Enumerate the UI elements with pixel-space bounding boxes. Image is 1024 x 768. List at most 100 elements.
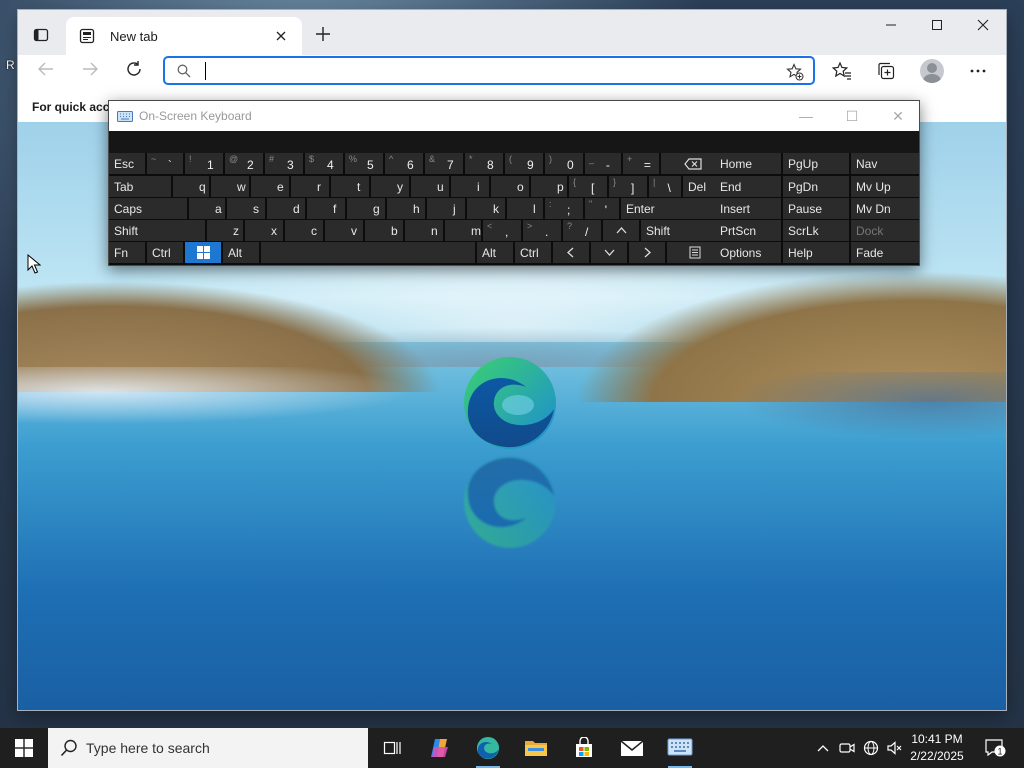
osk-key-8[interactable]: * 8 (465, 153, 503, 174)
back-button[interactable] (32, 55, 60, 83)
osk-key-=[interactable]: + = (623, 153, 659, 174)
meet-now-icon[interactable] (836, 728, 858, 768)
on-screen-keyboard-taskbar-icon[interactable] (656, 728, 704, 768)
osk-key-][interactable]: }] (609, 176, 647, 197)
volume-muted-icon[interactable] (883, 728, 905, 768)
copilot-icon[interactable] (416, 728, 464, 768)
osk-key-y[interactable]: y (371, 176, 409, 197)
edge-icon[interactable] (464, 728, 512, 768)
more-options-icon[interactable] (966, 59, 990, 83)
osk-key-scrlk[interactable]: ScrLk (783, 220, 849, 241)
osk-key-g[interactable]: g (347, 198, 385, 219)
osk-key-3[interactable]: #3 (265, 153, 303, 174)
osk-key-end[interactable]: End (715, 176, 781, 197)
osk-key-[[interactable]: {[ (569, 176, 607, 197)
address-bar[interactable] (163, 56, 815, 85)
osk-key--[interactable]: _ - (585, 153, 621, 174)
osk-key-d[interactable]: d (267, 198, 305, 219)
osk-key-fn[interactable]: Fn (109, 242, 145, 263)
tab-actions-icon[interactable] (30, 24, 52, 46)
osk-key-i[interactable]: i (451, 176, 489, 197)
osk-key-9[interactable]: (9 (505, 153, 543, 174)
taskbar-search-box[interactable]: Type here to search (48, 728, 368, 768)
tab-new-tab[interactable]: New tab (66, 17, 302, 55)
osk-close-button[interactable]: ✕ (875, 101, 921, 131)
osk-key-right-arrow[interactable] (629, 242, 665, 263)
osk-key-fade[interactable]: Fade (851, 242, 919, 263)
osk-minimize-button[interactable]: — (783, 101, 829, 131)
osk-key-up-arrow[interactable] (603, 220, 639, 241)
osk-key-insert[interactable]: Insert (715, 198, 781, 219)
network-globe-icon[interactable] (860, 728, 882, 768)
osk-key-mv-up[interactable]: Mv Up (851, 176, 919, 197)
add-favorite-icon[interactable] (785, 62, 805, 82)
osk-key-/[interactable]: ? / (563, 220, 601, 241)
address-input[interactable] (205, 61, 765, 80)
osk-key-1[interactable]: ! 1 (185, 153, 223, 174)
osk-key-options[interactable]: Options (715, 242, 781, 263)
osk-key-c[interactable]: c (285, 220, 323, 241)
osk-key-home[interactable]: Home (715, 153, 781, 174)
osk-key-7[interactable]: & 7 (425, 153, 463, 174)
file-explorer-icon[interactable] (512, 728, 560, 768)
osk-key-0[interactable]: ) 0 (545, 153, 583, 174)
osk-key-mv-dn[interactable]: Mv Dn (851, 198, 919, 219)
osk-key-e[interactable]: e (251, 176, 289, 197)
osk-key-alt[interactable]: Alt (477, 242, 513, 263)
osk-key-;[interactable]: :; (545, 198, 583, 219)
osk-key-p[interactable]: p (531, 176, 567, 197)
close-window-button[interactable] (960, 10, 1006, 40)
osk-key-h[interactable]: h (387, 198, 425, 219)
maximize-button[interactable] (914, 10, 960, 40)
osk-key-dock[interactable]: Dock (851, 220, 919, 241)
profile-avatar[interactable] (920, 59, 944, 83)
collections-icon[interactable] (874, 59, 898, 83)
osk-key-o[interactable]: o (491, 176, 529, 197)
osk-key-w[interactable]: w (211, 176, 249, 197)
osk-key-j[interactable]: j (427, 198, 465, 219)
mail-icon[interactable] (608, 728, 656, 768)
osk-maximize-button[interactable]: ☐ (829, 101, 875, 131)
osk-key-help[interactable]: Help (783, 242, 849, 263)
osk-key-ctrl[interactable]: Ctrl (515, 242, 551, 263)
osk-key-u[interactable]: u (411, 176, 449, 197)
osk-key-v[interactable]: v (325, 220, 363, 241)
forward-button[interactable] (76, 55, 104, 83)
microsoft-store-icon[interactable] (560, 728, 608, 768)
osk-key-esc[interactable]: Esc (109, 153, 145, 174)
osk-key-tab[interactable]: Tab (109, 176, 171, 197)
osk-key-k[interactable]: k (467, 198, 505, 219)
close-tab-icon[interactable] (272, 27, 290, 45)
start-button[interactable] (0, 728, 48, 768)
osk-key-,[interactable]: <, (483, 220, 521, 241)
osk-key-z[interactable]: z (207, 220, 243, 241)
osk-key-enter[interactable]: Enter (621, 198, 725, 219)
desktop-icon-label[interactable]: R (6, 58, 15, 72)
osk-key-left-arrow[interactable] (553, 242, 589, 263)
osk-key-prtscn[interactable]: PrtScn (715, 220, 781, 241)
osk-key-.[interactable]: >. (523, 220, 561, 241)
osk-key-ctrl[interactable]: Ctrl (147, 242, 183, 263)
osk-key-b[interactable]: b (365, 220, 403, 241)
osk-key-pgup[interactable]: PgUp (783, 153, 849, 174)
osk-key-q[interactable]: q (173, 176, 209, 197)
osk-key-caps[interactable]: Caps (109, 198, 187, 219)
osk-key-alt[interactable]: Alt (223, 242, 259, 263)
osk-key-5[interactable]: % 5 (345, 153, 383, 174)
show-hidden-icons-chevron-icon[interactable] (812, 728, 834, 768)
osk-key-a[interactable]: a (189, 198, 225, 219)
osk-key-x[interactable]: x (245, 220, 283, 241)
osk-key-f[interactable]: f (307, 198, 345, 219)
osk-key-6[interactable]: ^ 6 (385, 153, 423, 174)
osk-space-key[interactable] (261, 242, 475, 263)
osk-key-'[interactable]: " ' (585, 198, 619, 219)
osk-key-windows[interactable] (185, 242, 221, 263)
osk-key-shift[interactable]: Shift (109, 220, 205, 241)
taskbar-clock[interactable]: 10:41 PM 2/22/2025 (905, 731, 969, 765)
osk-key-r[interactable]: r (291, 176, 329, 197)
minimize-button[interactable] (868, 10, 914, 40)
osk-title-bar[interactable]: On-Screen Keyboard — ☐ ✕ (109, 101, 919, 131)
osk-key-2[interactable]: @2 (225, 153, 263, 174)
osk-key-nav[interactable]: Nav (851, 153, 919, 174)
osk-key-pause[interactable]: Pause (783, 198, 849, 219)
